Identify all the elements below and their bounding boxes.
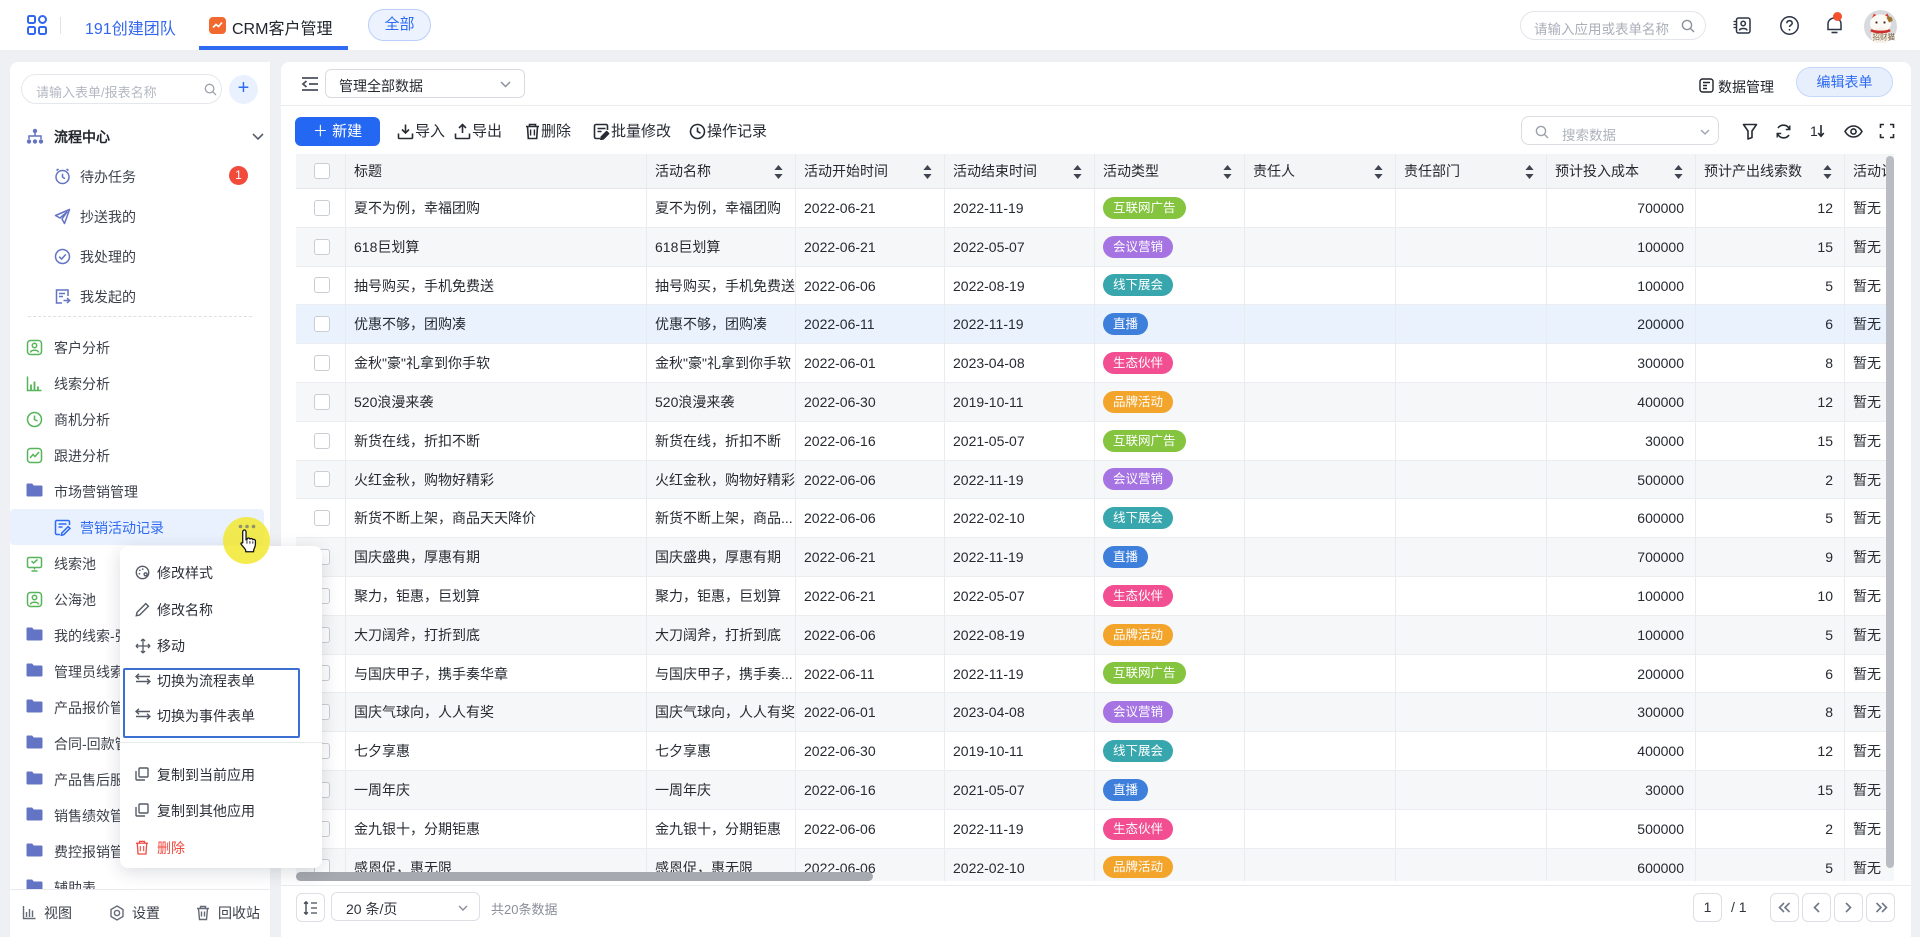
svg-text:招财猫: 招财猫 bbox=[1873, 32, 1896, 42]
svg-text:1: 1 bbox=[1810, 123, 1818, 139]
